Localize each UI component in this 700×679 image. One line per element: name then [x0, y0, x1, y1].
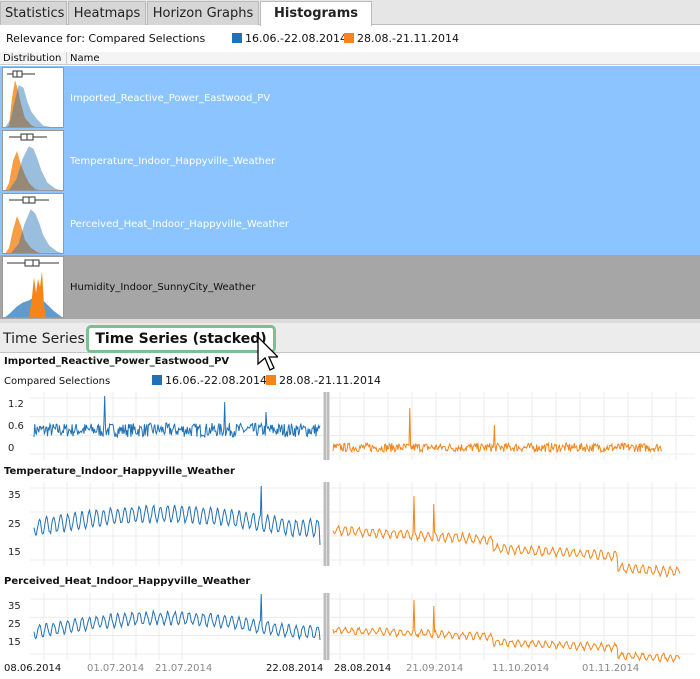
x-axis-label: 08.06.2014	[4, 663, 62, 674]
x-axis-label: 22.08.2014	[266, 663, 324, 674]
x-axis-label: 28.08.2014	[334, 663, 392, 674]
x-axis-label: 11.10.2014	[492, 663, 550, 674]
time-series-plots[interactable]	[0, 0, 700, 679]
x-axis-label: 01.11.2014	[582, 663, 640, 674]
x-axis-label: 21.09.2014	[406, 663, 464, 674]
x-axis-label: 01.07.2014	[87, 663, 145, 674]
x-axis-label: 21.07.2014	[155, 663, 213, 674]
